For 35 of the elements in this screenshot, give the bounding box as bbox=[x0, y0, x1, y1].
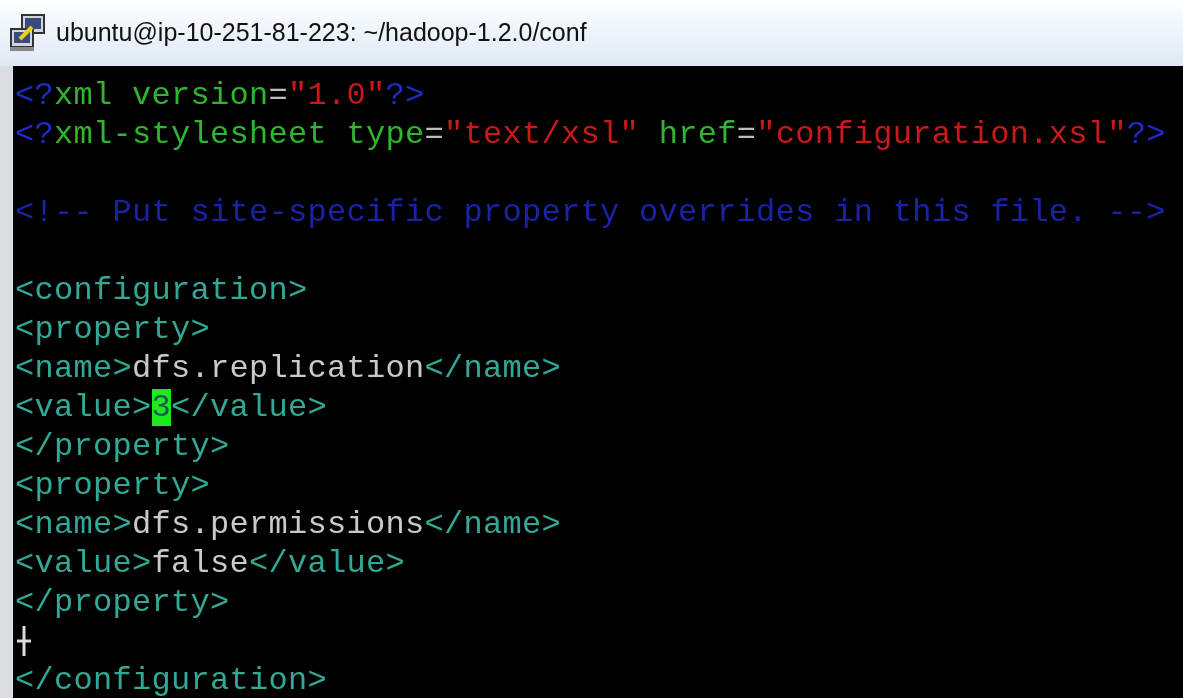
xml-tag: </value> bbox=[249, 545, 406, 582]
xml-tag: </name> bbox=[424, 506, 562, 543]
xml-declaration-mark: <? bbox=[15, 116, 54, 153]
code-comment: <!-- Put site-specific property overrides in this file. --> bbox=[15, 194, 1166, 231]
terminal-app-icon bbox=[8, 13, 48, 53]
xml-tag: <value> bbox=[15, 545, 152, 582]
xml-tag: </configuration> bbox=[15, 662, 328, 698]
xml-declaration-mark: ?> bbox=[1126, 116, 1166, 153]
xml-tag: </property> bbox=[15, 584, 230, 621]
xml-declaration-mark: <? bbox=[15, 77, 54, 114]
equals-sign: = bbox=[736, 116, 757, 153]
i-beam-pointer-icon bbox=[17, 626, 31, 656]
xml-declaration-mark: ?> bbox=[385, 77, 425, 114]
string-literal: "text/xsl" bbox=[444, 116, 640, 153]
xml-attribute-text: xml version bbox=[54, 77, 269, 114]
xml-tag: </name> bbox=[424, 350, 562, 387]
element-value: false bbox=[151, 545, 250, 582]
xml-tag: <value> bbox=[15, 389, 152, 426]
xml-tag: <configuration> bbox=[15, 272, 308, 309]
window-title: ubuntu@ip-10-251-81-223: ~/hadoop-1.2.0/conf bbox=[56, 17, 587, 49]
equals-sign: = bbox=[424, 116, 445, 153]
xml-tag: </property> bbox=[15, 428, 230, 465]
xml-tag: <property> bbox=[15, 467, 211, 504]
xml-tag: <name> bbox=[15, 506, 133, 543]
element-value: dfs.replication bbox=[132, 350, 425, 387]
text-cursor: 3 bbox=[151, 389, 172, 426]
xml-attribute-text: xml-stylesheet type bbox=[54, 116, 425, 153]
element-value: dfs.permissions bbox=[132, 506, 425, 543]
xml-tag: </value> bbox=[171, 389, 328, 426]
xml-tag: <name> bbox=[15, 350, 133, 387]
string-literal: "configuration.xsl" bbox=[756, 116, 1127, 153]
xml-tag: <property> bbox=[15, 311, 211, 348]
equals-sign: = bbox=[268, 77, 289, 114]
xml-attribute-text: href bbox=[657, 116, 737, 153]
string-literal: "1.0" bbox=[288, 77, 386, 114]
